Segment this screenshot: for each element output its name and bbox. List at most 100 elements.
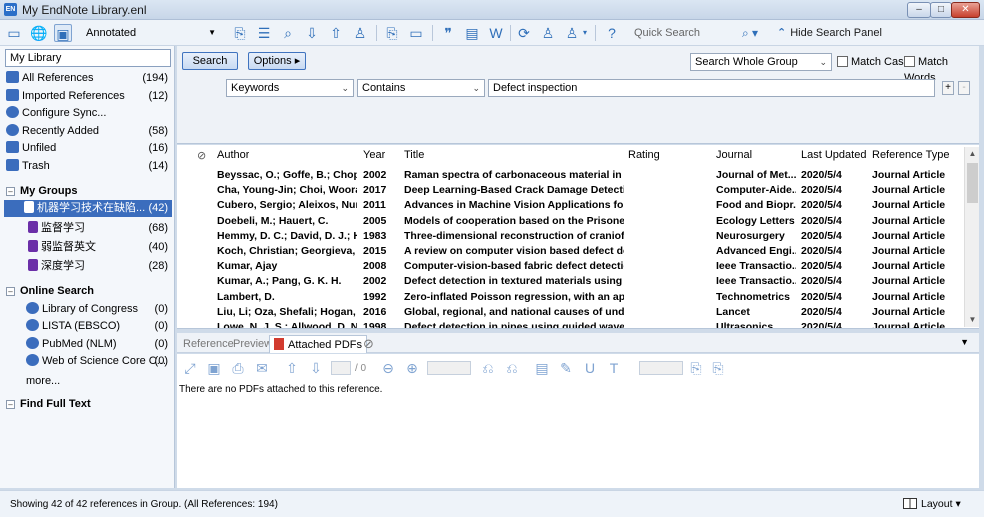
find-previous-icon[interactable]: ⎘	[687, 359, 705, 377]
insert-citation-icon[interactable]: ❞	[439, 24, 457, 42]
chevron-down-icon[interactable]: ▼	[960, 337, 969, 347]
column-header-year[interactable]: Year	[363, 149, 385, 161]
my-groups-header[interactable]: – My Groups	[6, 183, 77, 199]
layout-button[interactable]: Layout ▾	[903, 496, 961, 512]
tab-attached-pdfs[interactable]: Attached PDFs	[269, 335, 367, 353]
sidebar-group-item[interactable]: 深度学习 (28)	[6, 258, 172, 275]
return-to-word-icon[interactable]: W	[487, 24, 505, 42]
more-online-sources-link[interactable]: more...	[26, 375, 60, 387]
sidebar-item-trash[interactable]: Trash (14)	[6, 158, 172, 175]
table-row[interactable]: Doebeli, M.; Hauert, C. 2005 Models of coo…	[177, 214, 963, 229]
options-button[interactable]: Options ▸	[248, 52, 306, 70]
table-row[interactable]: Liu, Li; Oza, Shefali; Hogan, D... 2016 Gl…	[177, 305, 963, 320]
print-icon[interactable]: ⎙	[229, 359, 247, 377]
search-button[interactable]: Search	[182, 52, 238, 70]
local-library-mode-icon[interactable]: ▭	[5, 24, 23, 42]
search-operator-select[interactable]: Contains ⌄	[357, 79, 485, 97]
table-row[interactable]: Lambert, D. 1992 Zero-inflated Poisson reg…	[177, 290, 963, 305]
table-row[interactable]: Kumar, A.; Pang, G. K. H. 2002 Defect dete…	[177, 274, 963, 289]
next-page-icon[interactable]: ⇩	[307, 359, 325, 377]
open-link-icon[interactable]: ⎘	[383, 24, 401, 42]
online-source-item[interactable]: Library of Congress (0)	[6, 301, 172, 318]
new-reference-icon[interactable]: ☰	[255, 24, 273, 42]
highlight-icon[interactable]: ✎	[557, 359, 575, 377]
table-row[interactable]: Kumar, Ajay 2008 Computer-vision-based fab…	[177, 259, 963, 274]
attachment-column-icon[interactable]: ⊘	[197, 149, 206, 162]
scroll-down-icon[interactable]: ▼	[965, 315, 979, 324]
sidebar-item-imported-references[interactable]: Imported References (12)	[6, 88, 172, 105]
sidebar-item-recently-added[interactable]: Recently Added (58)	[6, 123, 172, 140]
search-scope-select[interactable]: Search Whole Group ⌄	[690, 53, 832, 71]
email-icon[interactable]: ✉	[253, 359, 271, 377]
format-bibliography-icon[interactable]: ▤	[463, 24, 481, 42]
previous-page-icon[interactable]: ⇧	[283, 359, 301, 377]
table-row[interactable]: Cubero, Sergio; Aleixos, Nuri... 2011 Adva…	[177, 198, 963, 213]
table-row[interactable]: Beyssac, O.; Goffe, B.; Chopin... 2002 Ram…	[177, 168, 963, 183]
page-number-input[interactable]	[331, 361, 351, 375]
zoom-in-icon[interactable]: ⊕	[403, 359, 421, 377]
remove-search-row-button[interactable]: -	[958, 81, 970, 95]
column-header-journal[interactable]: Journal	[716, 149, 752, 161]
import-icon[interactable]: ⇩	[303, 24, 321, 42]
collapse-icon[interactable]: –	[6, 187, 15, 196]
open-file-icon[interactable]: ▭	[407, 24, 425, 42]
find-in-pdf-input[interactable]	[639, 361, 683, 375]
match-words-checkbox[interactable]: Match Words	[904, 54, 979, 84]
online-source-item[interactable]: Web of Science Core C... (0)	[6, 353, 172, 370]
column-header-reference-type[interactable]: Reference Type	[872, 149, 949, 161]
find-next-icon[interactable]: ⎘	[709, 359, 727, 377]
integrated-library-mode-icon[interactable]: ▣	[54, 24, 72, 42]
rotate-left-icon[interactable]: ⎌	[479, 359, 497, 377]
help-icon[interactable]: ?	[603, 24, 621, 42]
online-search-header[interactable]: – Online Search	[6, 283, 94, 299]
sidebar-group-item[interactable]: 弱监督英文 (40)	[6, 239, 172, 256]
minimize-button[interactable]: –	[907, 2, 931, 18]
sidebar-item-unfiled[interactable]: Unfiled (16)	[6, 140, 172, 157]
underline-icon[interactable]: U	[581, 359, 599, 377]
table-row[interactable]: Lowe, N. J. S.; Allwood, D. N... 1998 Defe…	[177, 320, 963, 328]
collapse-icon[interactable]: –	[6, 287, 15, 296]
sticky-note-icon[interactable]: ▤	[533, 359, 551, 377]
search-field-select[interactable]: Keywords ⌄	[226, 79, 354, 97]
paperclip-icon[interactable]: ⊘	[359, 335, 378, 353]
online-search-icon[interactable]: ⌕	[279, 24, 297, 42]
online-source-item[interactable]: PubMed (NLM) (0)	[6, 336, 172, 353]
online-source-item[interactable]: LISTA (EBSCO) (0)	[6, 318, 172, 335]
sidebar-item-configure-sync[interactable]: Configure Sync...	[6, 105, 172, 122]
match-case-checkbox[interactable]: Match Case	[837, 54, 910, 70]
zoom-level-select[interactable]	[427, 361, 471, 375]
sidebar-group-item[interactable]: 监督学习 (68)	[6, 220, 172, 237]
group-sharing-icon[interactable]: ♙	[563, 24, 581, 42]
sidebar-group-item[interactable]: 机器学习技术在缺陷... (42)	[4, 200, 172, 217]
strikethrough-icon[interactable]: T	[605, 359, 623, 377]
save-icon[interactable]: ▣	[205, 359, 223, 377]
scroll-up-icon[interactable]: ▲	[965, 149, 979, 158]
open-pdf-icon[interactable]: ⤢	[181, 359, 199, 377]
output-style-select[interactable]: Annotated ▼	[82, 24, 218, 42]
my-library-header[interactable]: My Library	[5, 49, 171, 67]
scrollbar-thumb[interactable]	[967, 163, 978, 203]
zoom-out-icon[interactable]: ⊖	[379, 359, 397, 377]
quick-search-input[interactable]: Quick Search	[630, 24, 740, 42]
online-search-mode-icon[interactable]: 🌐	[30, 24, 48, 42]
search-icon[interactable]: ⌕ ▾	[742, 24, 766, 42]
find-full-text-header[interactable]: – Find Full Text	[6, 396, 91, 412]
close-button[interactable]: ✕	[951, 2, 980, 18]
insert-reference-icon[interactable]: ⎘	[231, 24, 249, 42]
column-header-author[interactable]: Author	[217, 149, 249, 161]
share-group-icon[interactable]: ♙	[539, 24, 557, 42]
chevron-down-icon[interactable]: ▾	[580, 24, 590, 42]
hide-search-panel-button[interactable]: ⌃ Hide Search Panel	[777, 24, 882, 42]
table-row[interactable]: Koch, Christian; Georgieva, K... 2015 A re…	[177, 244, 963, 259]
table-row[interactable]: Cha, Young-Jin; Choi, Woora... 2017 Deep L…	[177, 183, 963, 198]
export-icon[interactable]: ⇧	[327, 24, 345, 42]
add-search-row-button[interactable]: +	[942, 81, 954, 95]
maximize-button[interactable]: □	[930, 2, 952, 18]
column-header-title[interactable]: Title	[404, 149, 424, 161]
search-term-input[interactable]: Defect inspection	[488, 79, 935, 97]
sync-icon[interactable]: ⟳	[515, 24, 533, 42]
table-row[interactable]: Hemmy, D. C.; David, D. J.; He... 1983 Thr…	[177, 229, 963, 244]
reference-list-scrollbar[interactable]: ▲ ▼	[964, 147, 979, 327]
column-header-rating[interactable]: Rating	[628, 149, 660, 161]
find-full-text-icon[interactable]: ♙	[351, 24, 369, 42]
